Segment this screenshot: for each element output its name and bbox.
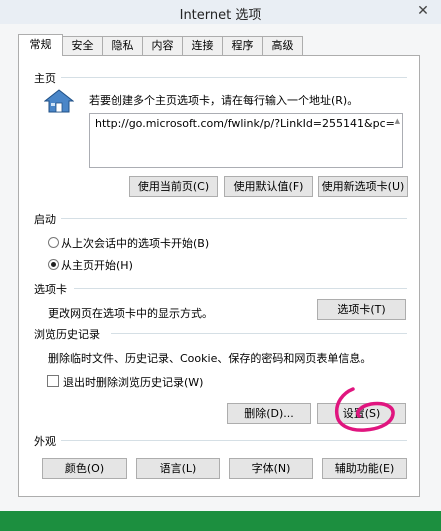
tab-content[interactable]: 内容 xyxy=(142,36,183,55)
languages-button[interactable]: 语言(L) xyxy=(136,458,220,479)
tab-programs[interactable]: 程序 xyxy=(222,36,263,55)
homepage-group-label: 主页 xyxy=(34,72,56,85)
appearance-separator xyxy=(61,440,407,441)
homepage-url-field[interactable]: http://go.microsoft.com/fwlink/p/?LinkId… xyxy=(89,113,403,168)
tab-advanced[interactable]: 高级 xyxy=(262,36,303,55)
title-bar: Internet 选项 ✕ xyxy=(0,0,441,24)
scroll-up-icon[interactable]: ▲ xyxy=(395,117,400,125)
radio-homepage-label[interactable]: 从主页开始(H) xyxy=(61,257,133,273)
hand-drawn-annotation xyxy=(334,387,395,432)
tabs-separator xyxy=(74,288,407,289)
homepage-description: 若要创建多个主页选项卡，请在每行输入一个地址(R)。 xyxy=(89,94,359,107)
use-current-button[interactable]: 使用当前页(C) xyxy=(129,176,218,197)
tab-security[interactable]: 安全 xyxy=(62,36,103,55)
delete-on-exit-label[interactable]: 退出时删除浏览历史记录(W) xyxy=(63,374,203,390)
colors-button[interactable]: 颜色(O) xyxy=(42,458,127,479)
radio-homepage[interactable] xyxy=(48,259,59,270)
history-group-label: 浏览历史记录 xyxy=(34,328,100,341)
appearance-group-label: 外观 xyxy=(34,435,56,448)
bottom-green-bar xyxy=(0,511,441,531)
tab-connections[interactable]: 连接 xyxy=(182,36,223,55)
fonts-button[interactable]: 字体(N) xyxy=(229,458,313,479)
window-title: Internet 选项 xyxy=(179,8,262,23)
tabs-group-label: 选项卡 xyxy=(34,283,67,296)
tabs-description: 更改网页在选项卡中的显示方式。 xyxy=(48,307,213,320)
tab-general[interactable]: 常规 xyxy=(18,34,63,56)
homepage-url-text: http://go.microsoft.com/fwlink/p/?LinkId… xyxy=(95,117,395,130)
use-default-button[interactable]: 使用默认值(F) xyxy=(224,176,313,197)
tab-privacy[interactable]: 隐私 xyxy=(102,36,143,55)
delete-on-exit-checkbox[interactable] xyxy=(47,375,59,387)
radio-selected-dot xyxy=(51,262,56,267)
homepage-separator xyxy=(61,77,407,78)
tabs-button[interactable]: 选项卡(T) xyxy=(317,299,406,320)
close-button[interactable]: ✕ xyxy=(405,0,441,22)
internet-options-dialog: Internet 选项 ✕ 常规 安全 隐私 内容 连接 程序 高级 主页 若要… xyxy=(0,0,441,511)
startup-separator xyxy=(61,218,407,219)
use-new-tab-button[interactable]: 使用新选项卡(U) xyxy=(318,176,408,197)
delete-history-button[interactable]: 删除(D)... xyxy=(227,403,311,424)
radio-last-session-label[interactable]: 从上次会话中的选项卡开始(B) xyxy=(61,235,209,251)
history-separator xyxy=(111,333,407,334)
radio-last-session[interactable] xyxy=(48,237,59,248)
startup-group-label: 启动 xyxy=(34,213,56,226)
accessibility-button[interactable]: 辅助功能(E) xyxy=(322,458,407,479)
house-icon xyxy=(44,89,74,113)
history-description: 删除临时文件、历史记录、Cookie、保存的密码和网页表单信息。 xyxy=(48,352,372,365)
